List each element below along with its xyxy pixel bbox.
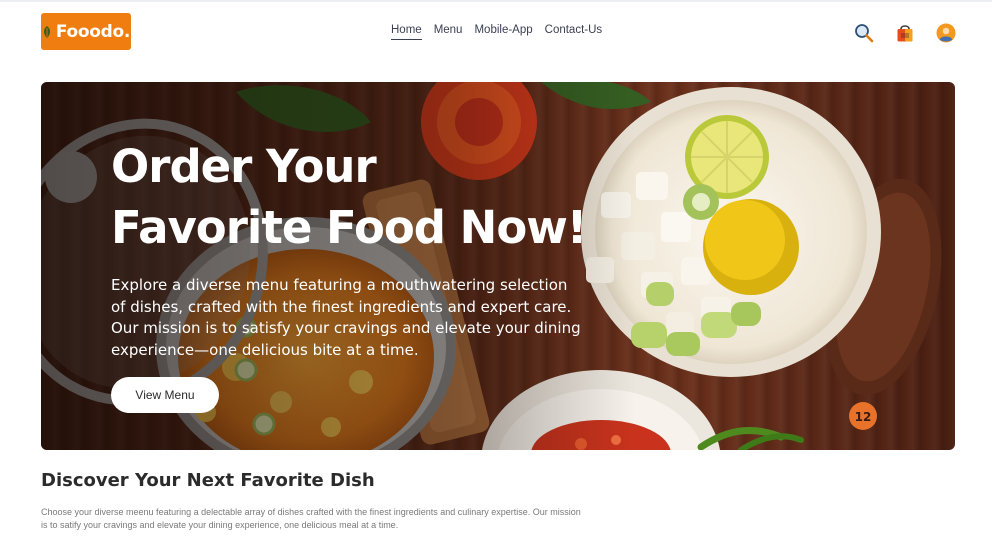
user-avatar-icon[interactable] bbox=[935, 22, 957, 44]
hero-title: Order Your Favorite Food Now! bbox=[111, 136, 631, 258]
hero-banner: 12 bbox=[41, 82, 955, 450]
hero-title-line-2: Favorite Food Now! bbox=[111, 201, 587, 254]
brand-name: Fooodo. bbox=[55, 21, 131, 42]
discover-section-title: Discover Your Next Favorite Dish bbox=[41, 470, 375, 491]
site-header: Fooodo. Home Menu Mobile-App Contact-Us bbox=[0, 2, 992, 64]
hero-description: Explore a diverse menu featuring a mouth… bbox=[111, 276, 581, 359]
nav-item-contact-us[interactable]: Contact-Us bbox=[545, 24, 603, 40]
search-icon[interactable] bbox=[853, 22, 875, 44]
shopping-bag-icon[interactable] bbox=[894, 22, 916, 44]
view-menu-button[interactable]: View Menu bbox=[111, 377, 219, 413]
nav-item-mobile-app[interactable]: Mobile-App bbox=[474, 24, 532, 40]
main-nav: Home Menu Mobile-App Contact-Us bbox=[391, 24, 602, 40]
discover-section-text: Choose your diverse meenu featuring a de… bbox=[41, 507, 581, 530]
nav-item-home[interactable]: Home bbox=[391, 24, 422, 40]
hero-title-line-1: Order Your bbox=[111, 140, 377, 193]
nav-item-menu[interactable]: Menu bbox=[434, 24, 463, 40]
leaf-icon bbox=[43, 25, 50, 38]
brand-logo[interactable]: Fooodo. bbox=[41, 13, 131, 50]
